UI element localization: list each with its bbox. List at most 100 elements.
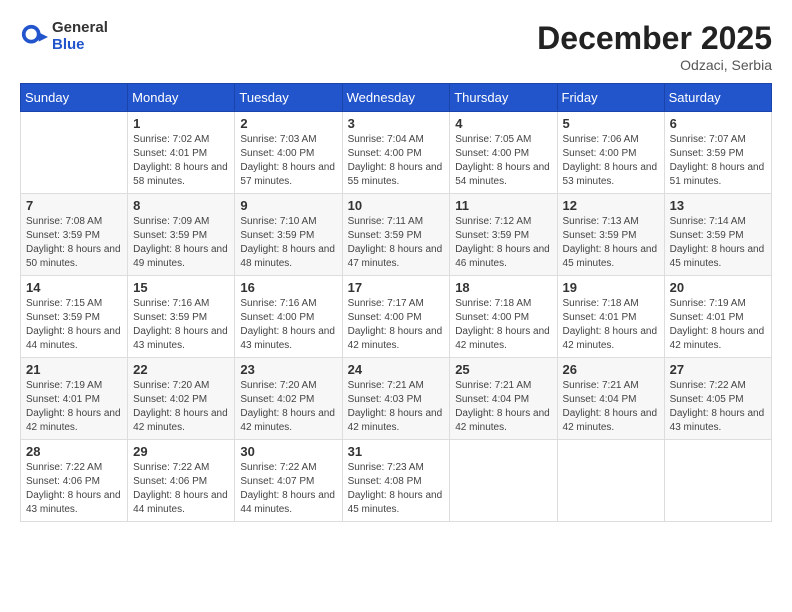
day-number: 4	[455, 116, 551, 131]
calendar-week-row: 21 Sunrise: 7:19 AM Sunset: 4:01 PM Dayli…	[21, 358, 772, 440]
calendar-day-cell: 31 Sunrise: 7:23 AM Sunset: 4:08 PM Dayli…	[342, 440, 450, 522]
title-block: December 2025 Odzaci, Serbia	[537, 20, 772, 73]
logo-icon	[20, 23, 48, 51]
day-number: 20	[670, 280, 766, 295]
day-detail: Sunrise: 7:06 AM Sunset: 4:00 PM Dayligh…	[563, 133, 659, 189]
calendar-day-cell: 4 Sunrise: 7:05 AM Sunset: 4:00 PM Daylig…	[450, 112, 557, 194]
calendar-day-cell: 19 Sunrise: 7:18 AM Sunset: 4:01 PM Dayli…	[557, 276, 664, 358]
calendar-day-cell: 3 Sunrise: 7:04 AM Sunset: 4:00 PM Daylig…	[342, 112, 450, 194]
day-detail: Sunrise: 7:19 AM Sunset: 4:01 PM Dayligh…	[26, 379, 122, 435]
calendar-day-cell: 13 Sunrise: 7:14 AM Sunset: 3:59 PM Dayli…	[664, 194, 771, 276]
calendar-day-cell: 5 Sunrise: 7:06 AM Sunset: 4:00 PM Daylig…	[557, 112, 664, 194]
calendar-day-cell: 7 Sunrise: 7:08 AM Sunset: 3:59 PM Daylig…	[21, 194, 128, 276]
day-number: 23	[240, 362, 336, 377]
day-detail: Sunrise: 7:05 AM Sunset: 4:00 PM Dayligh…	[455, 133, 551, 189]
weekday-header-cell: Wednesday	[342, 84, 450, 112]
day-detail: Sunrise: 7:07 AM Sunset: 3:59 PM Dayligh…	[670, 133, 766, 189]
day-number: 29	[133, 444, 229, 459]
calendar-day-cell: 17 Sunrise: 7:17 AM Sunset: 4:00 PM Dayli…	[342, 276, 450, 358]
day-number: 22	[133, 362, 229, 377]
day-detail: Sunrise: 7:14 AM Sunset: 3:59 PM Dayligh…	[670, 215, 766, 271]
day-number: 25	[455, 362, 551, 377]
day-detail: Sunrise: 7:17 AM Sunset: 4:00 PM Dayligh…	[348, 297, 445, 353]
day-number: 18	[455, 280, 551, 295]
day-number: 21	[26, 362, 122, 377]
day-detail: Sunrise: 7:04 AM Sunset: 4:00 PM Dayligh…	[348, 133, 445, 189]
calendar-day-cell: 24 Sunrise: 7:21 AM Sunset: 4:03 PM Dayli…	[342, 358, 450, 440]
logo-text: General Blue	[52, 20, 108, 53]
day-number: 31	[348, 444, 445, 459]
day-detail: Sunrise: 7:20 AM Sunset: 4:02 PM Dayligh…	[133, 379, 229, 435]
calendar-day-cell: 25 Sunrise: 7:21 AM Sunset: 4:04 PM Dayli…	[450, 358, 557, 440]
day-number: 12	[563, 198, 659, 213]
day-detail: Sunrise: 7:11 AM Sunset: 3:59 PM Dayligh…	[348, 215, 445, 271]
weekday-header-cell: Saturday	[664, 84, 771, 112]
day-detail: Sunrise: 7:08 AM Sunset: 3:59 PM Dayligh…	[26, 215, 122, 271]
calendar-day-cell: 8 Sunrise: 7:09 AM Sunset: 3:59 PM Daylig…	[128, 194, 235, 276]
day-number: 11	[455, 198, 551, 213]
day-number: 8	[133, 198, 229, 213]
day-number: 14	[26, 280, 122, 295]
weekday-header-row: SundayMondayTuesdayWednesdayThursdayFrid…	[21, 84, 772, 112]
calendar-day-cell: 14Sunrise: 7:15 AM Sunset: 3:59 PM Dayli…	[21, 276, 128, 358]
calendar-table: SundayMondayTuesdayWednesdayThursdayFrid…	[20, 83, 772, 522]
logo-blue: Blue	[52, 37, 108, 54]
logo: General Blue	[20, 20, 108, 53]
calendar-day-cell: 10 Sunrise: 7:11 AM Sunset: 3:59 PM Dayli…	[342, 194, 450, 276]
calendar-day-cell: 11 Sunrise: 7:12 AM Sunset: 3:59 PM Dayli…	[450, 194, 557, 276]
calendar-day-cell	[21, 112, 128, 194]
day-detail: Sunrise: 7:23 AM Sunset: 4:08 PM Dayligh…	[348, 461, 445, 517]
calendar-week-row: 28 Sunrise: 7:22 AM Sunset: 4:06 PM Dayli…	[21, 440, 772, 522]
day-detail: Sunrise: 7:21 AM Sunset: 4:04 PM Dayligh…	[455, 379, 551, 435]
page-header: General Blue December 2025 Odzaci, Serbi…	[20, 20, 772, 73]
day-number: 15	[133, 280, 229, 295]
calendar-day-cell: 26 Sunrise: 7:21 AM Sunset: 4:04 PM Dayli…	[557, 358, 664, 440]
logo-general: General	[52, 20, 108, 37]
day-detail: Sunrise: 7:22 AM Sunset: 4:06 PM Dayligh…	[26, 461, 122, 517]
day-number: 26	[563, 362, 659, 377]
calendar-day-cell: 29 Sunrise: 7:22 AM Sunset: 4:06 PM Dayli…	[128, 440, 235, 522]
calendar-day-cell: 30 Sunrise: 7:22 AM Sunset: 4:07 PM Dayli…	[235, 440, 342, 522]
day-number: 10	[348, 198, 445, 213]
weekday-header-cell: Monday	[128, 84, 235, 112]
day-detail: Sunrise: 7:09 AM Sunset: 3:59 PM Dayligh…	[133, 215, 229, 271]
day-detail: Sunrise: 7:19 AM Sunset: 4:01 PM Dayligh…	[670, 297, 766, 353]
day-detail: Sunrise: 7:18 AM Sunset: 4:00 PM Dayligh…	[455, 297, 551, 353]
day-number: 17	[348, 280, 445, 295]
day-number: 6	[670, 116, 766, 131]
day-number: 19	[563, 280, 659, 295]
day-detail: Sunrise: 7:13 AM Sunset: 3:59 PM Dayligh…	[563, 215, 659, 271]
day-number: 27	[670, 362, 766, 377]
day-detail: Sunrise: 7:21 AM Sunset: 4:03 PM Dayligh…	[348, 379, 445, 435]
day-number: 30	[240, 444, 336, 459]
calendar-day-cell: 6 Sunrise: 7:07 AM Sunset: 3:59 PM Daylig…	[664, 112, 771, 194]
day-number: 24	[348, 362, 445, 377]
day-detail: Sunrise: 7:21 AM Sunset: 4:04 PM Dayligh…	[563, 379, 659, 435]
day-detail: Sunrise: 7:10 AM Sunset: 3:59 PM Dayligh…	[240, 215, 336, 271]
calendar-day-cell: 9Sunrise: 7:10 AM Sunset: 3:59 PM Daylig…	[235, 194, 342, 276]
calendar-day-cell	[664, 440, 771, 522]
calendar-day-cell: 1Sunrise: 7:02 AM Sunset: 4:01 PM Daylig…	[128, 112, 235, 194]
calendar-day-cell	[557, 440, 664, 522]
day-detail: Sunrise: 7:20 AM Sunset: 4:02 PM Dayligh…	[240, 379, 336, 435]
weekday-header-cell: Friday	[557, 84, 664, 112]
calendar-week-row: 1Sunrise: 7:02 AM Sunset: 4:01 PM Daylig…	[21, 112, 772, 194]
day-detail: Sunrise: 7:22 AM Sunset: 4:07 PM Dayligh…	[240, 461, 336, 517]
calendar-day-cell: 28 Sunrise: 7:22 AM Sunset: 4:06 PM Dayli…	[21, 440, 128, 522]
month-year: December 2025	[537, 20, 772, 57]
calendar-day-cell: 23 Sunrise: 7:20 AM Sunset: 4:02 PM Dayli…	[235, 358, 342, 440]
day-number: 5	[563, 116, 659, 131]
calendar-day-cell: 12 Sunrise: 7:13 AM Sunset: 3:59 PM Dayli…	[557, 194, 664, 276]
calendar-day-cell	[450, 440, 557, 522]
location: Odzaci, Serbia	[537, 57, 772, 73]
day-number: 16	[240, 280, 336, 295]
day-detail: Sunrise: 7:18 AM Sunset: 4:01 PM Dayligh…	[563, 297, 659, 353]
day-detail: Sunrise: 7:22 AM Sunset: 4:06 PM Dayligh…	[133, 461, 229, 517]
day-number: 3	[348, 116, 445, 131]
day-detail: Sunrise: 7:12 AM Sunset: 3:59 PM Dayligh…	[455, 215, 551, 271]
day-number: 13	[670, 198, 766, 213]
weekday-header-cell: Thursday	[450, 84, 557, 112]
day-number: 28	[26, 444, 122, 459]
calendar-day-cell: 21 Sunrise: 7:19 AM Sunset: 4:01 PM Dayli…	[21, 358, 128, 440]
day-number: 7	[26, 198, 122, 213]
